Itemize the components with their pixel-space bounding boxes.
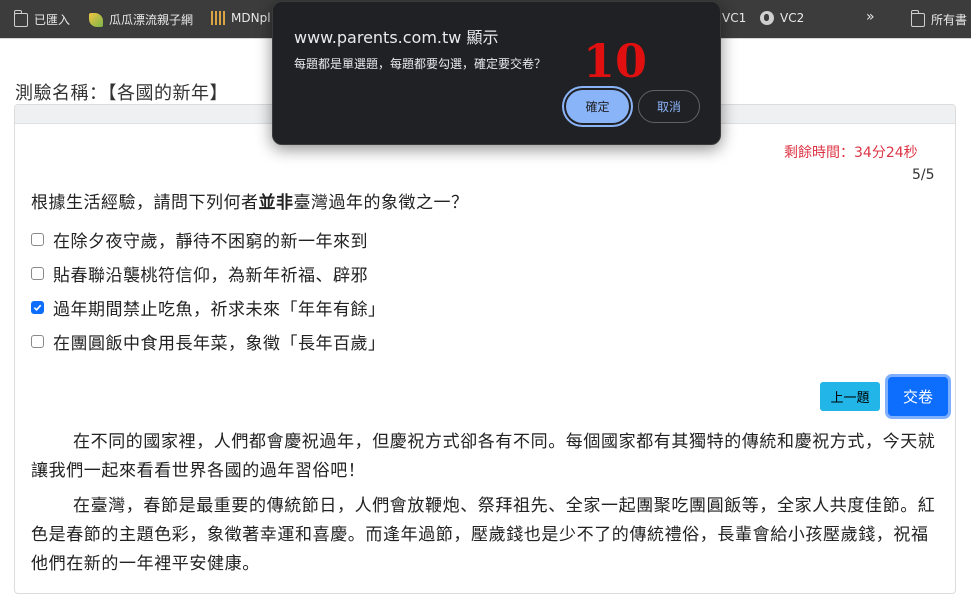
submit-quiz-button[interactable]: 交卷 <box>888 377 948 416</box>
option-2[interactable]: 貼春聯沿襲桃符信仰，為新年祈福、辟邪 <box>31 261 368 286</box>
option-3[interactable]: 過年期間禁止吃魚，祈求未來「年年有餘」 <box>31 295 386 320</box>
bookmark-label: VC2 <box>780 11 805 25</box>
confirm-cancel-button[interactable]: 取消 <box>638 90 700 123</box>
site-favicon-icon <box>89 12 103 27</box>
check-icon <box>33 304 42 312</box>
confirm-dialog: www.parents.com.tw 顯示 每題都是單選題，每題都要勾選，確定要… <box>272 1 721 145</box>
dialog-message: 每題都是單選題，每題都要勾選，確定要交卷？ <box>294 57 547 71</box>
bookmark-label: 所有書 <box>931 13 968 27</box>
more-bookmarks-chevron-icon[interactable]: » <box>866 9 874 25</box>
bookmark-all[interactable]: 所有書 <box>910 9 968 28</box>
question-part: 臺灣過年的象徵之一？ <box>293 193 469 213</box>
folder-icon <box>13 9 28 27</box>
option-checkbox[interactable] <box>31 267 44 280</box>
folder-icon <box>910 9 925 27</box>
dialog-title: www.parents.com.tw 顯示 <box>294 28 499 47</box>
confirm-ok-button[interactable]: 確定 <box>566 90 629 123</box>
option-label: 在除夕夜守歲，靜待不困窮的新一年來到 <box>53 232 368 252</box>
bookmark-label: 瓜瓜漂流親子網 <box>109 13 194 27</box>
previous-question-button[interactable]: 上一題 <box>820 382 880 411</box>
reading-paragraph-2: 在臺灣，春節是最重要的傳統節日，人們會放鞭炮、祭拜祖先、全家一起團聚吃團圓飯等，… <box>31 496 936 574</box>
reading-paragraph-1: 在不同的國家裡，人們都會慶祝過年，但慶祝方式卻各有不同。每個國家都有其獨特的傳統… <box>31 432 936 481</box>
mdn-favicon-icon <box>211 11 225 25</box>
bookmark-guagua[interactable]: 瓜瓜漂流親子網 <box>89 11 193 28</box>
option-4[interactable]: 在團圓飯中食用長年菜，象徵「長年百歲」 <box>31 329 386 354</box>
step-annotation: 10 <box>583 34 648 88</box>
question-text: 根據生活經驗，請問下列何者並非臺灣過年的象徵之一？ <box>31 188 469 213</box>
quiz-title: 測驗名稱：【各國的新年】 <box>15 83 228 104</box>
bookmark-label: VC1 <box>722 11 747 25</box>
bookmark-vc2[interactable]: VC2 <box>760 11 804 25</box>
option-label: 貼春聯沿襲桃符信仰，為新年祈福、辟邪 <box>53 266 368 286</box>
option-checkbox[interactable] <box>31 335 44 348</box>
bookmark-mdn[interactable]: MDNpl <box>211 11 271 25</box>
bookmark-label: MDNpl <box>231 11 271 25</box>
bookmark-imported[interactable]: 已匯入 <box>13 9 71 28</box>
question-part: 根據生活經驗，請問下列何者 <box>31 193 259 213</box>
bookmark-label: 已匯入 <box>34 13 71 27</box>
option-1[interactable]: 在除夕夜守歲，靜待不困窮的新一年來到 <box>31 227 368 252</box>
option-label: 在團圓飯中食用長年菜，象徵「長年百歲」 <box>53 334 386 354</box>
remaining-time: 剩餘時間：34分24秒 <box>784 145 918 161</box>
option-checkbox[interactable] <box>31 233 44 246</box>
question-progress: 5/5 <box>912 167 935 183</box>
question-emphasis: 並非 <box>258 193 294 213</box>
bookmark-vc1[interactable]: VC1 <box>722 11 746 25</box>
option-label: 過年期間禁止吃魚，祈求未來「年年有餘」 <box>53 300 386 320</box>
globe-icon <box>760 11 774 25</box>
option-checkbox[interactable] <box>31 301 44 314</box>
